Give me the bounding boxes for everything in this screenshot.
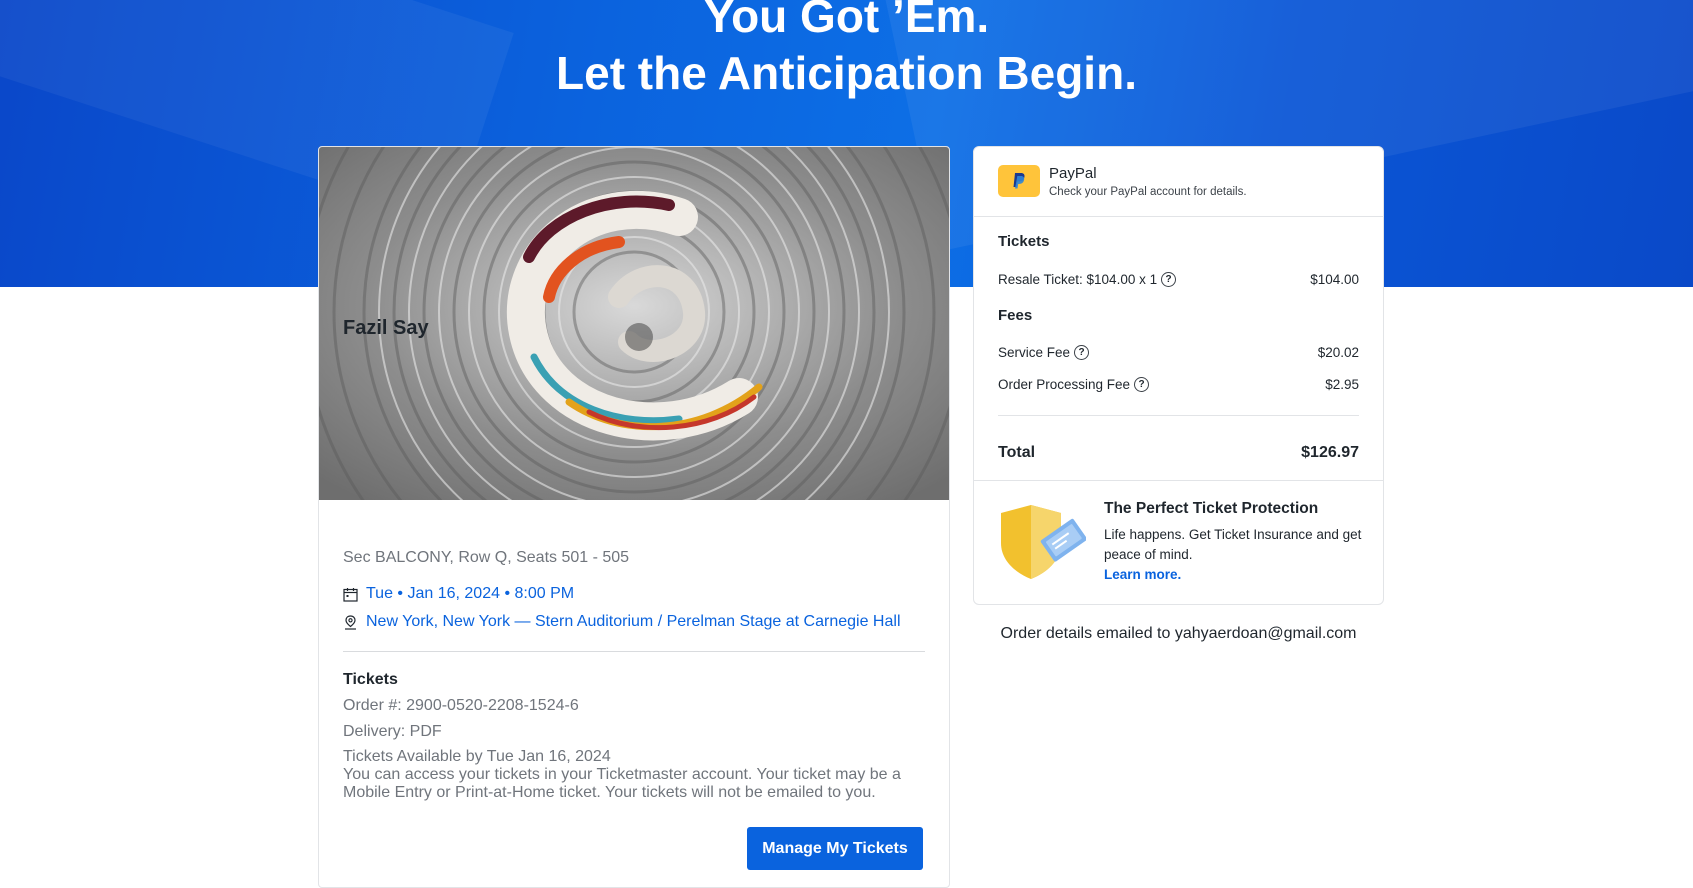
protection-title: The Perfect Ticket Protection — [1104, 500, 1319, 517]
delivery-method: Delivery: PDF — [343, 723, 442, 740]
resale-ticket-amount: $104.00 — [1310, 272, 1359, 287]
processing-fee-amount: $2.95 — [1325, 377, 1359, 392]
event-card: Fazil Say Sec BALCONY, Row Q, Seats 501 … — [318, 146, 950, 888]
event-date: Tue • Jan 16, 2024 • 8:00 PM — [366, 585, 575, 602]
protection-divider — [974, 480, 1383, 481]
event-seats: Sec BALCONY, Row Q, Seats 501 - 505 — [343, 549, 630, 566]
resale-ticket-label: Resale Ticket: $104.00 x 1 — [998, 272, 1158, 287]
processing-fee-label: Order Processing Fee — [998, 377, 1131, 392]
summary-divider — [974, 216, 1383, 217]
event-venue-link[interactable]: New York, New York — Stern Auditorium / … — [343, 613, 901, 631]
total-label: Total — [998, 444, 1036, 461]
event-date-link[interactable]: Tue • Jan 16, 2024 • 8:00 PM — [343, 585, 574, 603]
fees-heading: Fees — [998, 307, 1033, 324]
help-icon[interactable]: ? — [1161, 272, 1177, 287]
location-pin-icon — [345, 614, 356, 630]
service-fee-row: Service Fee ? — [998, 345, 1090, 360]
hero-title-line1: You Got ’Em. — [703, 0, 990, 42]
payment-method-note: Check your PayPal account for details. — [1049, 186, 1247, 198]
protection-text: Life happens. Get Ticket Insurance and g… — [1104, 527, 1362, 562]
order-number: Order #: 2900-0520-2208-1524-6 — [343, 697, 579, 714]
help-icon[interactable]: ? — [1074, 345, 1090, 360]
tickets-availability: Tickets Available by Tue Jan 16, 2024 — [343, 748, 611, 765]
ticket-protection-shield-icon — [1001, 505, 1086, 579]
processing-fee-row: Order Processing Fee ? — [998, 377, 1150, 392]
event-divider — [343, 651, 925, 652]
hero-title-line2: Let the Anticipation Begin. — [556, 47, 1137, 99]
learn-more-link[interactable]: Learn more. — [1104, 567, 1181, 582]
order-summary-card: PayPal Check your PayPal account for det… — [973, 146, 1384, 605]
help-icon[interactable]: ? — [1134, 377, 1150, 392]
service-fee-label: Service Fee — [998, 345, 1071, 360]
tickets-access-note: You can access your tickets in your Tick… — [343, 766, 901, 801]
total-divider — [998, 415, 1359, 416]
event-artist: Fazil Say — [343, 317, 429, 339]
paypal-logo — [998, 165, 1040, 197]
summary-tickets-heading: Tickets — [998, 233, 1050, 250]
tickets-heading: Tickets — [343, 671, 398, 688]
paypal-icon — [1013, 173, 1025, 189]
payment-method-name: PayPal — [1049, 165, 1097, 182]
manage-tickets-button[interactable]: Manage My Tickets — [747, 827, 923, 870]
event-venue: New York, New York — Stern Auditorium / … — [366, 613, 901, 630]
calendar-icon — [343, 587, 358, 602]
resale-ticket-row: Resale Ticket: $104.00 x 1 ? — [998, 272, 1177, 287]
service-fee-amount: $20.02 — [1317, 345, 1359, 360]
order-emailed-note: Order details emailed to yahyaerdoan@gma… — [1000, 625, 1357, 642]
total-amount: $126.97 — [1301, 444, 1359, 461]
